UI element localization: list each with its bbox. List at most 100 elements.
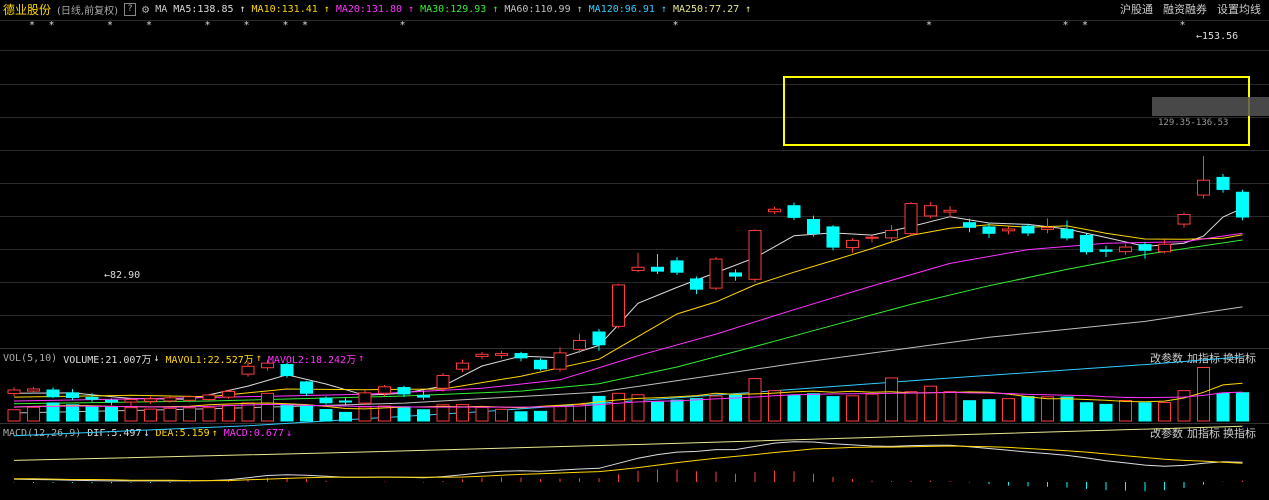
event-marker: * — [244, 20, 249, 31]
candle-down — [1080, 234, 1093, 253]
volume-bar-up — [475, 406, 489, 422]
candle-down — [46, 389, 60, 398]
candle-up — [1158, 243, 1171, 253]
event-marker: * — [205, 20, 210, 31]
event-marker: * — [1063, 20, 1068, 31]
volume-bar-up — [1197, 366, 1210, 422]
volume-bar-down — [534, 410, 547, 422]
kline-chart[interactable]: 129.35-136.53 ←153.56 ←82.90 * * * * * * * * * * * * * * — [0, 0, 1269, 500]
volume-bar-down — [1216, 392, 1230, 422]
volume-bar-up — [865, 393, 879, 422]
price-band — [1152, 97, 1269, 116]
volume-bar-down — [300, 405, 313, 422]
candle-up — [495, 353, 508, 356]
volume-bar-up — [222, 404, 235, 422]
volume-bar-down — [339, 411, 352, 422]
volume-bar-up — [495, 408, 508, 422]
volume-bar-up — [124, 407, 138, 422]
candle-up — [1002, 228, 1015, 232]
volume-bar-down — [690, 398, 703, 422]
volume-bar-up — [1041, 396, 1054, 422]
candle-down — [280, 364, 294, 377]
candle-down — [105, 399, 118, 403]
dea-line — [14, 445, 1243, 482]
volume-bar-down — [1099, 403, 1113, 422]
volume-bar-down — [280, 403, 294, 422]
volume-bar-down — [66, 404, 79, 422]
candle-up — [768, 208, 781, 213]
volume-bar-down — [397, 406, 411, 422]
candle-up — [358, 392, 372, 404]
candle-up — [27, 388, 40, 392]
volume-bar-up — [846, 395, 859, 422]
candle-up — [222, 390, 235, 398]
volume-bar-down — [1138, 402, 1152, 422]
candle-up — [456, 362, 469, 370]
candle-down — [319, 397, 333, 404]
candle-up — [261, 362, 274, 369]
event-marker: * — [1083, 20, 1088, 31]
volume-bar-up — [553, 405, 567, 422]
candle-up — [378, 386, 391, 394]
candle-up — [904, 203, 918, 235]
event-marker: * — [147, 20, 152, 31]
candle-up — [1119, 246, 1132, 253]
candle-up — [943, 209, 957, 213]
low-annotation: ←82.90 — [104, 270, 140, 281]
candle-down — [787, 205, 801, 218]
candle-down — [592, 331, 606, 346]
volume-bar-up — [612, 392, 625, 422]
volume-bar-down — [807, 393, 820, 422]
volume-bar-up — [573, 404, 586, 422]
volume-bar-up — [261, 392, 274, 422]
candle-up — [748, 229, 762, 280]
candle-down — [417, 394, 430, 398]
candle-up — [436, 375, 450, 389]
ma-line-ma250 — [13, 425, 1243, 461]
volume-bar-down — [592, 395, 606, 422]
volume-bar-up — [924, 385, 937, 422]
candle-down — [397, 387, 411, 395]
candle-down — [1021, 225, 1035, 234]
candle-down — [514, 353, 528, 359]
volume-bar-up — [163, 407, 177, 422]
high-annotation: ←153.56 — [1196, 31, 1238, 42]
volume-bar-up — [1177, 390, 1191, 422]
volume-bar-up — [748, 378, 762, 422]
candle-up — [612, 284, 625, 327]
candle-down — [1099, 249, 1113, 252]
candle-up — [183, 396, 196, 401]
event-marker: * — [108, 20, 113, 31]
volume-bar-down — [651, 401, 664, 422]
candle-up — [1197, 179, 1210, 196]
candle-up — [475, 353, 489, 357]
event-marker: * — [30, 20, 35, 31]
volume-bar-up — [27, 406, 40, 422]
candle-up — [124, 399, 138, 403]
candle-down — [300, 381, 313, 394]
candle-down — [651, 266, 664, 272]
event-marker: * — [1180, 20, 1185, 31]
volume-bar-up — [1002, 398, 1015, 422]
candle-down — [670, 260, 684, 273]
candle-down — [982, 226, 996, 234]
candle-up — [924, 205, 937, 217]
volume-bar-down — [826, 396, 840, 422]
event-marker: * — [49, 20, 54, 31]
candle-up — [202, 394, 216, 401]
candle-up — [573, 339, 586, 350]
ma-line-ma20 — [13, 232, 1243, 402]
volume-bar-down — [787, 395, 801, 422]
volume-bar-down — [963, 400, 976, 422]
volume-bar-up — [904, 391, 918, 422]
candle-down — [85, 396, 99, 400]
candle-down — [66, 392, 79, 398]
range-label: 129.35-136.53 — [1158, 118, 1228, 128]
event-marker: * — [927, 20, 932, 31]
volume-bar-up — [144, 408, 157, 422]
volume-bar-down — [105, 406, 118, 422]
volume-bar-down — [1060, 396, 1074, 422]
ma-line-ma10 — [13, 224, 1243, 398]
candle-up — [1041, 227, 1054, 230]
candle-down — [1216, 176, 1230, 190]
